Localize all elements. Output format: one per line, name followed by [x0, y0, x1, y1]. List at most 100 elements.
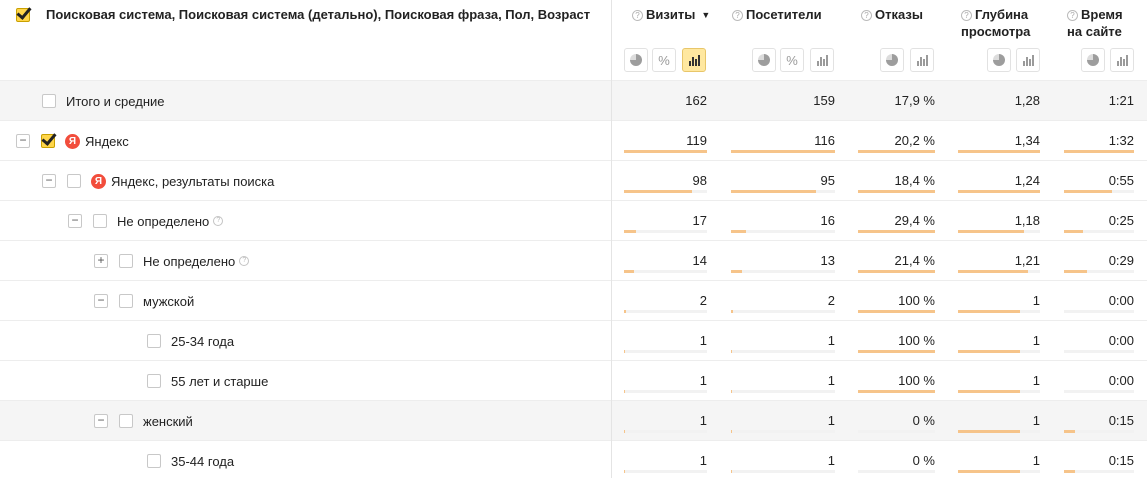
- metric-cell: 1: [731, 401, 835, 441]
- help-icon[interactable]: ?: [632, 10, 643, 21]
- metric-bar-fill: [624, 150, 707, 153]
- percent-button[interactable]: %: [652, 48, 676, 72]
- metric-cell: 1:32: [1064, 121, 1134, 161]
- row-checkbox[interactable]: [119, 294, 133, 308]
- row-label-text: Не определено: [143, 253, 236, 269]
- dimensions-header-label[interactable]: Поисковая система, Поисковая система (де…: [46, 6, 590, 24]
- metric-header-label: Глубина просмотра: [961, 7, 1031, 39]
- row-checkbox[interactable]: [147, 454, 161, 468]
- pie-chart-button[interactable]: [752, 48, 776, 72]
- metric-value: 116: [814, 133, 835, 148]
- metric-cell: 159: [731, 81, 835, 121]
- row-label: Итого и средние: [42, 81, 164, 121]
- pie-chart-button[interactable]: [987, 48, 1011, 72]
- metric-header[interactable]: ? Глубина просмотра: [961, 6, 1030, 40]
- collapse-button[interactable]: −: [16, 134, 30, 148]
- metric-value: 14: [692, 253, 707, 268]
- table-row[interactable]: 55 лет и старше 1 1 100 % 1 0:00: [0, 360, 1147, 400]
- metric-bar: [731, 430, 835, 433]
- table-row[interactable]: − мужской 2 2 100 % 1 0:00: [0, 280, 1147, 320]
- row-label: 55 лет и старше: [147, 361, 268, 401]
- help-icon[interactable]: ?: [1067, 10, 1078, 21]
- metric-header[interactable]: ? Время на сайте: [1067, 6, 1123, 40]
- percent-button[interactable]: %: [780, 48, 804, 72]
- metric-value: 16: [820, 213, 835, 228]
- metric-cell: 20,2 %: [858, 121, 935, 161]
- metric-bar: [958, 470, 1040, 473]
- bar-chart-button[interactable]: [1016, 48, 1040, 72]
- help-icon[interactable]: ?: [239, 256, 250, 266]
- metric-cell: 1,21: [958, 241, 1040, 281]
- metric-bar-fill: [731, 390, 733, 393]
- metric-value: 1: [827, 333, 835, 348]
- column-divider: [611, 0, 612, 478]
- metric-bar: [958, 230, 1040, 233]
- help-icon[interactable]: ?: [213, 216, 224, 226]
- table-row[interactable]: 35-44 года 1 1 0 % 1 0:15: [0, 440, 1147, 478]
- select-all-checkbox[interactable]: [16, 8, 30, 22]
- collapse-button[interactable]: −: [94, 294, 108, 308]
- pie-chart-button[interactable]: [1081, 48, 1105, 72]
- metric-cell: 1: [958, 441, 1040, 478]
- pie-chart-icon: [993, 54, 1005, 66]
- table-row[interactable]: 25-34 года 1 1 100 % 1 0:00: [0, 320, 1147, 360]
- row-checkbox[interactable]: [119, 414, 133, 428]
- metric-value: 0:25: [1108, 213, 1134, 228]
- row-checkbox[interactable]: [147, 334, 161, 348]
- sort-desc-icon[interactable]: ▼: [701, 10, 710, 20]
- metric-bar-fill: [858, 150, 935, 153]
- bar-chart-button[interactable]: [682, 48, 706, 72]
- metric-value: 1: [827, 413, 835, 428]
- row-checkbox[interactable]: [42, 94, 56, 108]
- collapse-button[interactable]: −: [94, 414, 108, 428]
- metric-bar: [624, 310, 707, 313]
- bar-chart-button[interactable]: [810, 48, 834, 72]
- help-icon[interactable]: ?: [961, 10, 972, 21]
- pie-chart-button[interactable]: [624, 48, 648, 72]
- metric-value: 0:29: [1108, 253, 1134, 268]
- table-row[interactable]: − женский 1 1 0 % 1 0:15: [0, 400, 1147, 440]
- percent-icon: %: [658, 52, 670, 68]
- pie-chart-button[interactable]: [880, 48, 904, 72]
- help-icon[interactable]: ?: [861, 10, 872, 21]
- help-icon[interactable]: ?: [732, 10, 743, 21]
- metric-cell: 0:15: [1064, 401, 1134, 441]
- row-checkbox[interactable]: [147, 374, 161, 388]
- metric-value: 1:32: [1108, 133, 1134, 148]
- metric-value: 1,34: [1014, 133, 1040, 148]
- row-checkbox[interactable]: [67, 174, 81, 188]
- metric-bar: [858, 390, 935, 393]
- expand-button[interactable]: +: [94, 254, 108, 268]
- collapse-button[interactable]: −: [42, 174, 56, 188]
- metric-value: 1: [1032, 453, 1040, 468]
- table-row[interactable]: − Не определено? 17 16 29,4 % 1,18 0:25: [0, 200, 1147, 240]
- metric-cell: 1,24: [958, 161, 1040, 201]
- bar-chart-button[interactable]: [910, 48, 934, 72]
- metric-bar-fill: [958, 150, 1040, 153]
- metric-bar: [858, 150, 935, 153]
- metric-cell: 2: [731, 281, 835, 321]
- metric-header[interactable]: ? Отказы: [861, 6, 923, 23]
- row-checkbox[interactable]: [119, 254, 133, 268]
- table-row[interactable]: − Я Яндекс, результаты поиска 98 95 18,4 % 1,2…: [0, 160, 1147, 200]
- metric-bar: [1064, 310, 1134, 313]
- metric-cell: 0:00: [1064, 281, 1134, 321]
- table-row[interactable]: − Я Яндекс 119 116 20,2 % 1,34 1:32: [0, 120, 1147, 160]
- row-checkbox[interactable]: [93, 214, 107, 228]
- metric-value: 1: [699, 333, 707, 348]
- pie-chart-icon: [1087, 54, 1099, 66]
- pie-chart-icon: [758, 54, 770, 66]
- metric-bar-fill: [1064, 430, 1076, 433]
- totals-row[interactable]: Итого и средние 162 159 17,9 % 1,28 1:21: [0, 80, 1147, 120]
- metric-bar: [1064, 470, 1134, 473]
- bar-chart-button[interactable]: [1110, 48, 1134, 72]
- collapse-button[interactable]: −: [68, 214, 82, 228]
- row-checkbox[interactable]: [41, 134, 55, 148]
- metric-bar: [731, 270, 835, 273]
- table-row[interactable]: + Не определено? 14 13 21,4 % 1,21 0:29: [0, 240, 1147, 280]
- metric-header[interactable]: ? Посетители: [732, 6, 822, 23]
- metric-cell: 1,18: [958, 201, 1040, 241]
- metric-bar-fill: [958, 230, 1024, 233]
- metric-header[interactable]: ? Визиты ▼: [632, 6, 710, 24]
- metric-bar-fill: [624, 310, 626, 313]
